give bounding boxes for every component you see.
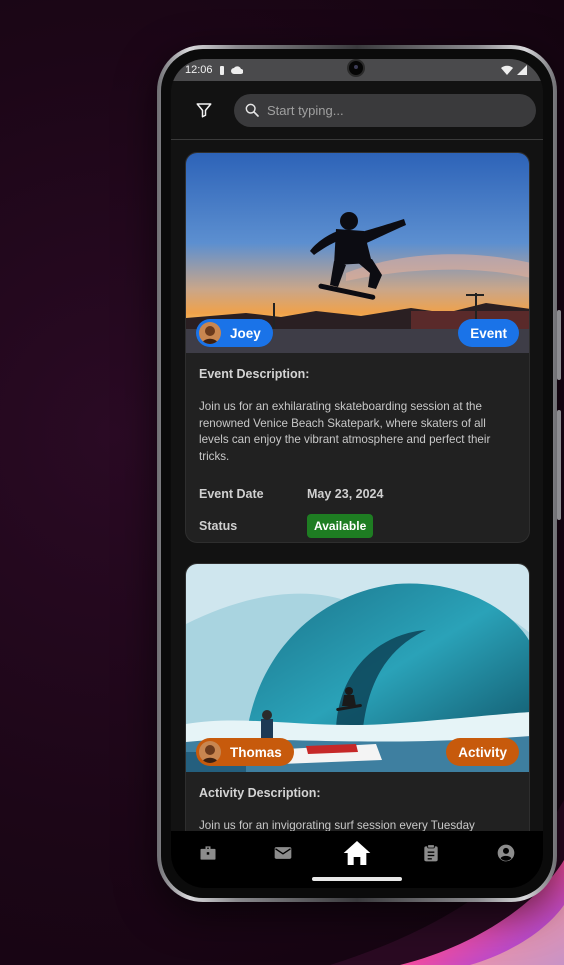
card-image: Joey Event (186, 153, 529, 353)
event-date-row: Event Date May 23, 2024 (199, 487, 516, 501)
description-label: Event Description: (199, 367, 310, 381)
nav-mail[interactable] (263, 835, 303, 871)
card-body: Activity Description: Join us for an inv… (186, 772, 529, 831)
cloud-icon (230, 66, 243, 74)
power-button (557, 410, 561, 520)
nav-clipboard[interactable] (411, 835, 451, 871)
briefcase-icon (200, 845, 216, 860)
account-icon (497, 844, 515, 861)
search-icon (245, 103, 259, 117)
user-name: Thomas (230, 744, 282, 760)
type-label: Event (470, 325, 507, 341)
wifi-icon (501, 65, 513, 75)
search-bar[interactable] (234, 93, 536, 127)
type-chip[interactable]: Event (458, 319, 519, 347)
home-icon (343, 840, 371, 865)
nav-home[interactable] (337, 835, 377, 871)
gesture-bar[interactable] (312, 877, 402, 881)
feed-list[interactable]: Joey Event Event Description: Join us fo… (171, 141, 543, 831)
event-date-value: May 23, 2024 (307, 487, 384, 501)
volume-button (557, 310, 561, 380)
battery-saver-icon (219, 66, 224, 75)
nav-account[interactable] (486, 835, 526, 871)
mail-icon (274, 846, 291, 859)
user-chip[interactable]: Thomas (196, 738, 294, 766)
event-card[interactable]: Joey Event Event Description: Join us fo… (185, 152, 530, 543)
status-label: Status (199, 519, 238, 533)
avatar (199, 322, 221, 344)
card-image: Thomas Activity (186, 564, 529, 772)
event-date-label: Event Date (199, 487, 264, 501)
user-chip[interactable]: Joey (196, 319, 273, 347)
card-body: Event Description: Join us for an exhila… (186, 353, 529, 538)
phone-frame: 12:06 Start typing... Joey Event Event D… (157, 45, 561, 902)
clipboard-icon (424, 843, 439, 861)
status-row: Status Available (199, 514, 516, 538)
signal-icon (517, 65, 527, 75)
avatar (199, 741, 221, 763)
description-text: Join us for an invigorating surf session… (199, 819, 475, 831)
app-header (171, 81, 543, 140)
type-label: Activity (458, 744, 507, 760)
user-name: Joey (230, 325, 261, 341)
description-text: Join us for an exhilarating skateboardin… (199, 400, 491, 463)
filter-button[interactable] (187, 93, 221, 127)
status-time: 12:06 (185, 64, 213, 76)
filter-icon (196, 103, 212, 118)
description-label: Activity Description: (199, 786, 321, 800)
front-camera (347, 59, 365, 77)
status-badge: Available (307, 514, 374, 538)
activity-card[interactable]: Thomas Activity Activity Description: Jo… (185, 563, 530, 831)
app-screen: 12:06 Start typing... Joey Event Event D… (171, 59, 543, 888)
search-input[interactable] (267, 102, 517, 118)
nav-briefcase[interactable] (188, 835, 228, 871)
type-chip[interactable]: Activity (446, 738, 519, 766)
